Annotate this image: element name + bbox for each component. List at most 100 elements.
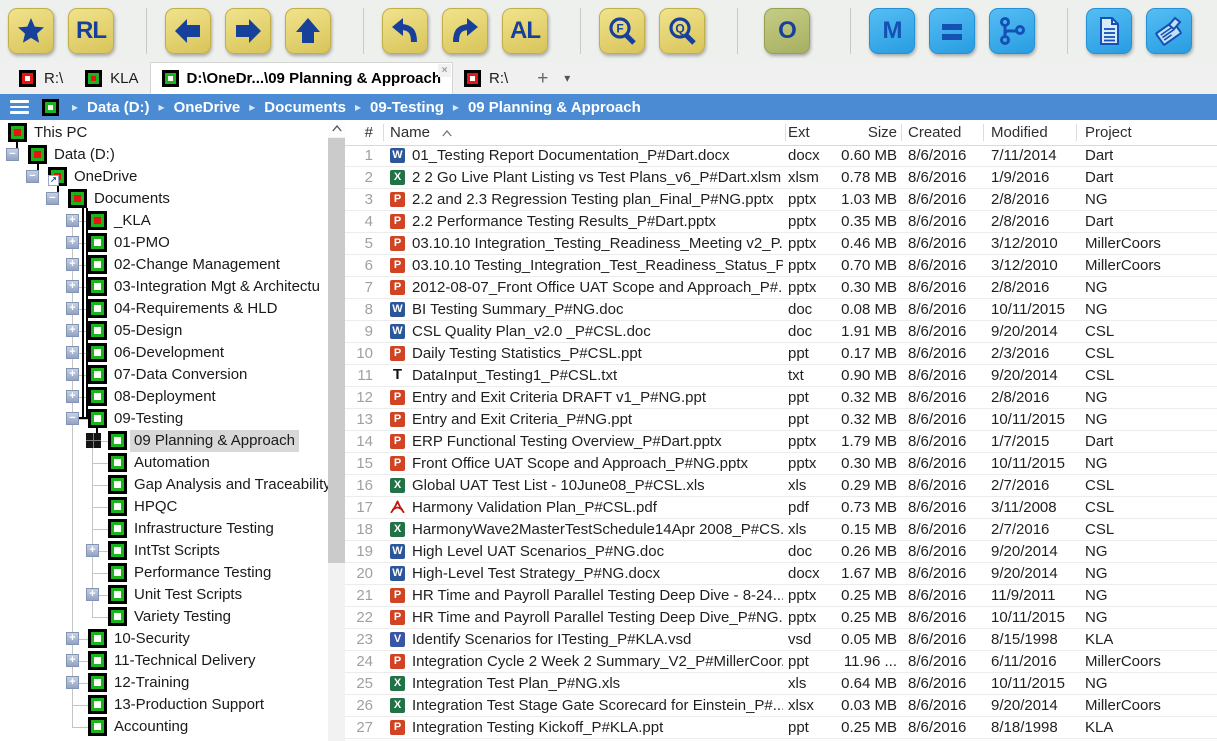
tree-item[interactable]: +08-Deployment	[0, 386, 345, 408]
file-row[interactable]: 11TDataInput_Testing1_P#CSL.txttxt0.90 M…	[345, 365, 1217, 387]
expand-icon[interactable]: +	[66, 236, 79, 249]
tree-item[interactable]: +IntTst Scripts	[0, 540, 345, 562]
breadcrumb-item[interactable]: Data (D:)	[87, 99, 150, 116]
file-row[interactable]: 19WHigh Level UAT Scenarios_P#NG.docdoc0…	[345, 541, 1217, 563]
expand-icon[interactable]: +	[66, 346, 79, 359]
up-button[interactable]	[285, 8, 331, 54]
tree-item[interactable]: +03-Integration Mgt & Architectu	[0, 276, 345, 298]
tree-item[interactable]: +12-Training	[0, 672, 345, 694]
tree-item[interactable]: Performance Testing	[0, 562, 345, 584]
file-row[interactable]: 4P2.2 Performance Testing Results_P#Dart…	[345, 211, 1217, 233]
branch-view-button[interactable]	[989, 8, 1035, 54]
breadcrumb-item[interactable]: Documents	[264, 99, 346, 116]
tab[interactable]: R:\	[8, 62, 74, 94]
tree-item[interactable]: +02-Change Management	[0, 254, 345, 276]
scroll-up-arrow-icon[interactable]	[328, 120, 345, 137]
file-row[interactable]: 5P03.10.10 Integration_Testing_Readiness…	[345, 233, 1217, 255]
expand-icon[interactable]: +	[66, 632, 79, 645]
file-row[interactable]: 21PHR Time and Payroll Parallel Testing …	[345, 585, 1217, 607]
file-row[interactable]: 13PEntry and Exit Criteria_P#NG.pptppt0.…	[345, 409, 1217, 431]
file-row[interactable]: 16XGlobal UAT Test List - 10June08_P#CSL…	[345, 475, 1217, 497]
expand-icon[interactable]: +	[66, 258, 79, 271]
forward-button[interactable]	[225, 8, 271, 54]
m-button[interactable]: M	[869, 8, 915, 54]
current-folder-icon[interactable]	[42, 99, 59, 116]
file-row[interactable]: 1W01_Testing Report Documentation_P#Dart…	[345, 145, 1217, 167]
document-button[interactable]	[1086, 8, 1132, 54]
breadcrumb-item[interactable]: OneDrive	[174, 99, 241, 116]
file-row[interactable]: 23VIdentify Scenarios for ITesting_P#KLA…	[345, 629, 1217, 651]
new-tab-button[interactable]: +	[537, 69, 548, 88]
breadcrumb-item[interactable]: 09 Planning & Approach	[468, 99, 641, 116]
expand-icon[interactable]: +	[66, 280, 79, 293]
tree-item[interactable]: +06-Development	[0, 342, 345, 364]
file-row[interactable]: 18XHarmonyWave2MasterTestSchedule14Apr 2…	[345, 519, 1217, 541]
tree-item[interactable]: +10-Security	[0, 628, 345, 650]
tab-list-dropdown-icon[interactable]: ▾	[564, 71, 570, 85]
tree-scrollbar[interactable]	[328, 120, 345, 741]
expand-icon[interactable]: +	[86, 588, 99, 601]
expand-icon[interactable]: +	[66, 214, 79, 227]
tree-item[interactable]: This PC	[0, 122, 345, 144]
tree-item[interactable]: Automation	[0, 452, 345, 474]
expand-icon[interactable]: +	[86, 544, 99, 557]
tree-item[interactable]: +05-Design	[0, 320, 345, 342]
al-button[interactable]: AL	[502, 8, 548, 54]
quick-search-button[interactable]: Q	[659, 8, 705, 54]
file-row[interactable]: 15PFront Office UAT Scope and Approach_P…	[345, 453, 1217, 475]
column-header-modified[interactable]: Modified	[991, 120, 1048, 145]
tree-item-selected[interactable]: 09 Planning & Approach	[0, 430, 345, 452]
column-header-project[interactable]: Project	[1085, 120, 1132, 145]
find-files-button[interactable]: F	[599, 8, 645, 54]
file-row[interactable]: 25XIntegration Test Plan_P#NG.xlsxls0.64…	[345, 673, 1217, 695]
file-row[interactable]: 20WHigh-Level Test Strategy_P#NG.docxdoc…	[345, 563, 1217, 585]
tree-item[interactable]: +11-Technical Delivery	[0, 650, 345, 672]
tab-close-icon[interactable]: ×	[438, 64, 451, 77]
tree-item[interactable]: +Unit Test Scripts	[0, 584, 345, 606]
tree-item[interactable]: −Documents	[0, 188, 345, 210]
expand-icon[interactable]: +	[66, 676, 79, 689]
collapse-icon[interactable]: −	[66, 412, 79, 425]
tree-item[interactable]: +04-Requirements & HLD	[0, 298, 345, 320]
tree-item[interactable]: HPQC	[0, 496, 345, 518]
column-header-num[interactable]: #	[345, 120, 373, 145]
tree-item[interactable]: −Data (D:)	[0, 144, 345, 166]
favorites-button[interactable]	[8, 8, 54, 54]
file-row[interactable]: 27PIntegration Testing Kickoff_P#KLA.ppt…	[345, 717, 1217, 739]
file-row[interactable]: 7P2012-08-07_Front Office UAT Scope and …	[345, 277, 1217, 299]
back-button[interactable]	[165, 8, 211, 54]
rl-button[interactable]: RL	[68, 8, 114, 54]
undo-button[interactable]	[382, 8, 428, 54]
tree-item[interactable]: +07-Data Conversion	[0, 364, 345, 386]
file-row[interactable]: 14PERP Functional Testing Overview_P#Dar…	[345, 431, 1217, 453]
file-row[interactable]: 22PHR Time and Payroll Parallel Testing …	[345, 607, 1217, 629]
expand-icon[interactable]: +	[66, 654, 79, 667]
tree-item[interactable]: Accounting	[0, 716, 345, 738]
column-header-created[interactable]: Created	[908, 120, 961, 145]
tree-item[interactable]: Variety Testing	[0, 606, 345, 628]
file-row[interactable]: 2X2 2 Go Live Plant Listing vs Test Plan…	[345, 167, 1217, 189]
collapse-icon[interactable]: −	[6, 148, 19, 161]
file-row[interactable]: 10PDaily Testing Statistics_P#CSL.pptppt…	[345, 343, 1217, 365]
tree-item[interactable]: +_KLA	[0, 210, 345, 232]
file-row[interactable]: 17Harmony Validation Plan_P#CSL.pdfpdf0.…	[345, 497, 1217, 519]
column-header-size[interactable]: Size	[821, 120, 897, 145]
file-row[interactable]: 12PEntry and Exit Criteria DRAFT v1_P#NG…	[345, 387, 1217, 409]
tree-item[interactable]: −09-Testing	[0, 408, 345, 430]
expand-icon[interactable]: +	[66, 302, 79, 315]
expand-icon[interactable]: +	[66, 368, 79, 381]
tree-item[interactable]: Gap Analysis and Traceability	[0, 474, 345, 496]
tab[interactable]: KLA	[74, 62, 149, 94]
tree-item[interactable]: −↗OneDrive	[0, 166, 345, 188]
tab[interactable]: R:\	[453, 62, 519, 94]
tree-item[interactable]: 13-Production Support	[0, 694, 345, 716]
edit-tags-button[interactable]	[1146, 8, 1192, 54]
collapse-icon[interactable]: −	[26, 170, 39, 183]
dual-pane-button[interactable]	[929, 8, 975, 54]
column-header-name[interactable]: Name	[390, 120, 452, 145]
file-row[interactable]: 8WBI Testing Summary_P#NG.docdoc0.08 MB8…	[345, 299, 1217, 321]
file-row[interactable]: 24PIntegration Cycle 2 Week 2 Summary_V2…	[345, 651, 1217, 673]
file-row[interactable]: 3P2.2 and 2.3 Regression Testing plan_Fi…	[345, 189, 1217, 211]
tree-item[interactable]: +01-PMO	[0, 232, 345, 254]
tree-item[interactable]: Infrastructure Testing	[0, 518, 345, 540]
